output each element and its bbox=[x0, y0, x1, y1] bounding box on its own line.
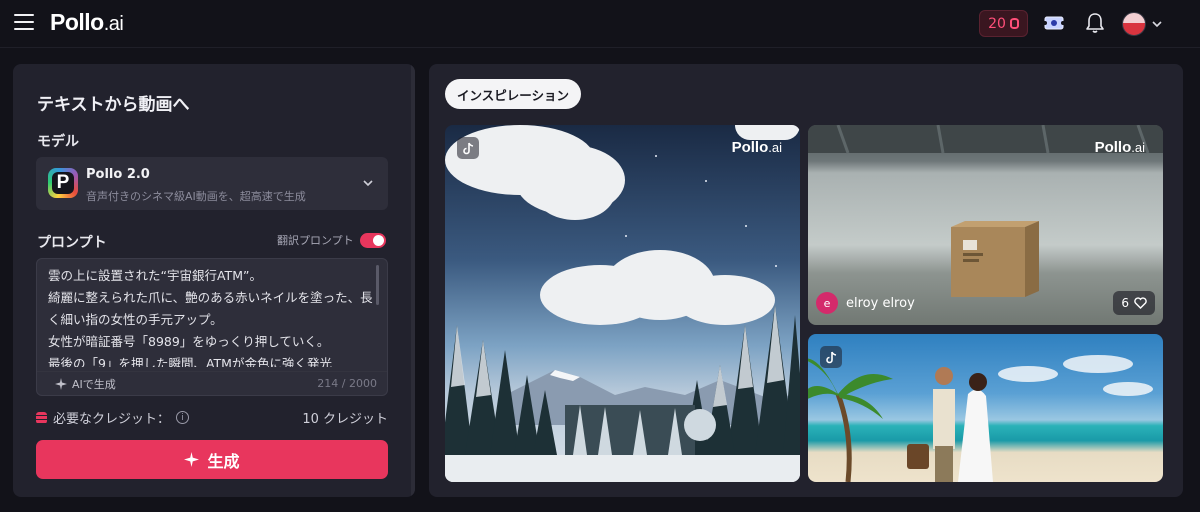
info-icon[interactable]: i bbox=[176, 411, 190, 424]
credits-needed-value: 10 クレジット bbox=[302, 412, 388, 427]
translate-label: 翻訳プロンプト bbox=[277, 234, 354, 247]
watermark: Pollo.ai bbox=[1094, 139, 1145, 156]
sparkle-icon bbox=[55, 378, 67, 390]
inspiration-card-warehouse[interactable]: Pollo.ai e elroy elroy 6 bbox=[808, 125, 1163, 325]
model-selector[interactable]: P Pollo 2.0 音声付きのシネマ級AI動画を、超高速で生成 bbox=[36, 157, 388, 210]
bell-icon[interactable] bbox=[1085, 12, 1105, 34]
tiktok-icon bbox=[820, 346, 842, 368]
model-label: モデル bbox=[37, 134, 79, 150]
inspiration-panel: インスピレーション Pollo.ai Pollo.ai e elroy elro… bbox=[429, 64, 1183, 497]
coin-icon bbox=[1009, 18, 1019, 29]
avatar bbox=[1122, 12, 1146, 36]
like-count: 6 bbox=[1121, 296, 1129, 310]
creator-info[interactable]: e elroy elroy bbox=[816, 292, 915, 314]
inspiration-card-winter[interactable]: Pollo.ai bbox=[445, 125, 800, 482]
text-to-video-panel: テキストから動画へ モデル P Pollo 2.0 音声付きのシネマ級AI動画を… bbox=[13, 64, 415, 497]
top-bar: Pollo.ai 20 bbox=[0, 0, 1200, 48]
credit-count: 20 bbox=[988, 15, 1006, 32]
sparkle-icon bbox=[184, 452, 200, 467]
prompt-label: プロンプト bbox=[37, 235, 107, 251]
divider bbox=[37, 371, 387, 372]
prompt-text[interactable]: 雲の上に設置された“宇宙銀行ATM”。 綺麗に整えられた爪に、艶のある赤いネイル… bbox=[48, 265, 374, 367]
user-menu[interactable] bbox=[1122, 11, 1166, 37]
creator-avatar: e bbox=[816, 292, 838, 314]
ai-generate-label: AIで生成 bbox=[72, 378, 116, 391]
inspiration-card-beach[interactable] bbox=[808, 334, 1163, 482]
credits-required-row: 必要なクレジット： i 10 クレジット bbox=[36, 408, 388, 428]
prompt-scrollbar[interactable] bbox=[376, 265, 379, 305]
creator-name: elroy elroy bbox=[846, 295, 915, 311]
menu-icon[interactable] bbox=[14, 14, 34, 32]
credits-stack-icon bbox=[36, 411, 47, 424]
model-name: Pollo 2.0 bbox=[86, 167, 150, 182]
heart-icon bbox=[1134, 297, 1147, 309]
char-count: 214 / 2000 bbox=[317, 377, 377, 390]
translate-toggle[interactable] bbox=[359, 232, 386, 248]
prompt-textarea[interactable]: 雲の上に設置された“宇宙銀行ATM”。 綺麗に整えられた爪に、艶のある赤いネイル… bbox=[36, 258, 388, 396]
logo[interactable]: Pollo.ai bbox=[50, 9, 124, 36]
winter-landscape bbox=[445, 305, 800, 482]
tiktok-icon bbox=[457, 137, 479, 159]
generate-button[interactable]: 生成 bbox=[36, 440, 388, 479]
panel-title: テキストから動画へ bbox=[37, 95, 190, 115]
ai-generate-button[interactable]: AIで生成 bbox=[55, 376, 116, 392]
chevron-down-icon bbox=[1152, 21, 1162, 28]
beach-scene bbox=[808, 355, 1153, 482]
logo-text: Pollo bbox=[50, 9, 104, 35]
credit-balance-badge[interactable]: 20 bbox=[979, 10, 1028, 37]
ticket-icon[interactable] bbox=[1043, 14, 1065, 32]
credits-needed-label: 必要なクレジット： bbox=[53, 412, 171, 427]
generate-label: 生成 bbox=[207, 451, 240, 471]
tab-inspiration[interactable]: インスピレーション bbox=[445, 79, 582, 109]
translate-prompt-row: 翻訳プロンプト bbox=[277, 231, 389, 249]
like-button[interactable]: 6 bbox=[1113, 291, 1155, 315]
logo-suffix: .ai bbox=[103, 13, 124, 35]
model-description: 音声付きのシネマ級AI動画を、超高速で生成 bbox=[86, 190, 306, 203]
pollo-model-logo: P bbox=[48, 168, 78, 198]
chevron-down-icon bbox=[363, 180, 373, 187]
panel-scrollbar[interactable] bbox=[411, 64, 415, 497]
watermark: Pollo.ai bbox=[731, 139, 782, 156]
